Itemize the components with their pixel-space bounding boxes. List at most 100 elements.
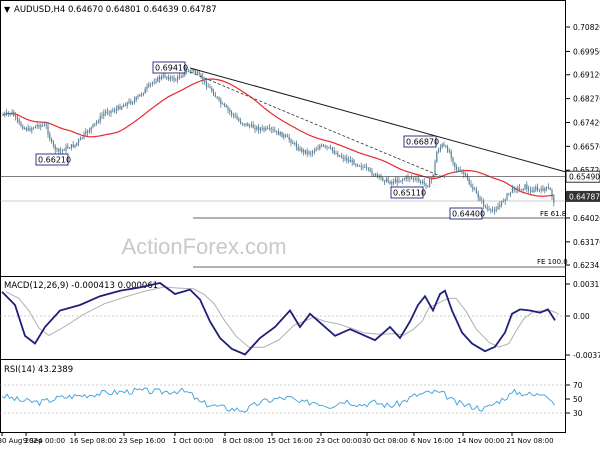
- candle-body: [31, 128, 33, 131]
- candle-body: [193, 69, 195, 72]
- rsi-axis-label: 70: [573, 381, 583, 390]
- time-axis-label: 16 Sep 08:00: [70, 437, 117, 445]
- candle-body: [43, 124, 45, 126]
- candle-body: [259, 128, 261, 131]
- time-axis-label: 8 Oct 08:00: [222, 437, 263, 445]
- candle-body: [288, 136, 290, 140]
- pivot-label: 0.65110: [393, 189, 426, 198]
- candle-body: [490, 209, 492, 211]
- candle-body: [261, 127, 263, 129]
- candle-body: [69, 148, 71, 149]
- candle-body: [196, 72, 198, 74]
- candle-body: [524, 184, 526, 190]
- candle-body: [367, 168, 369, 169]
- time-axis-label: 6 Nov 16:00: [411, 437, 454, 445]
- candle-body: [238, 118, 240, 121]
- candle-body: [324, 145, 326, 147]
- candle-body: [382, 177, 384, 181]
- candle-body: [513, 187, 515, 190]
- candle-body: [2, 114, 4, 116]
- candle-body: [119, 106, 121, 109]
- candle-body: [229, 109, 231, 112]
- candle-body: [443, 144, 445, 147]
- candle-body: [56, 148, 58, 150]
- candle-body: [335, 153, 337, 155]
- candle-body: [429, 179, 431, 187]
- candle-body: [403, 178, 405, 180]
- candle-body: [85, 131, 87, 134]
- candle-body: [114, 110, 116, 112]
- candle-body: [162, 75, 164, 77]
- current-price-label: 0.64787: [569, 192, 600, 201]
- candle-body: [52, 141, 54, 146]
- candle-body: [79, 137, 81, 140]
- candle-body: [133, 99, 135, 103]
- candle-body: [36, 125, 38, 127]
- candle-body: [220, 99, 222, 104]
- candle-body: [205, 81, 207, 87]
- candle-body: [33, 127, 35, 129]
- candle-body: [274, 130, 276, 132]
- candle-body: [447, 146, 449, 152]
- candle-body: [459, 169, 461, 171]
- candle-body: [405, 176, 407, 179]
- candle-body: [216, 96, 218, 98]
- resistance-price-label: 0.65490: [569, 173, 600, 182]
- candle-body: [328, 147, 330, 149]
- channel-dashed-line: [189, 71, 446, 179]
- candle-body: [42, 125, 44, 127]
- candle-body: [254, 127, 256, 130]
- pivot-label: 0.69410: [155, 64, 188, 73]
- price-axis-label: 0.63170: [573, 238, 600, 247]
- candle-body: [486, 207, 488, 209]
- price-axis-label: 0.69120: [573, 71, 600, 80]
- candle-body: [218, 97, 220, 100]
- candle-body: [340, 155, 342, 158]
- candle-body: [195, 71, 197, 74]
- candle-body: [9, 113, 11, 115]
- candle-body: [501, 201, 503, 205]
- candle-body: [267, 127, 269, 129]
- time-axis-label: 30 Oct 08:00: [362, 437, 408, 445]
- candle-body: [189, 70, 191, 72]
- candle-body: [549, 188, 551, 190]
- candle-body: [378, 175, 380, 177]
- candle-body: [416, 178, 418, 180]
- candle-body: [231, 111, 233, 115]
- fe-100-label: FE 100.0: [537, 258, 568, 266]
- candle-body: [474, 189, 476, 191]
- candle-body: [67, 146, 69, 149]
- candle-body: [402, 179, 404, 181]
- candle-body: [110, 110, 112, 114]
- candle-body: [49, 134, 51, 140]
- candle-body: [472, 186, 474, 190]
- macd-signal-line: [5, 286, 560, 348]
- candle-body: [452, 157, 454, 163]
- time-axis-label: 14 Nov 00:00: [457, 437, 504, 445]
- candle-body: [484, 206, 486, 208]
- candle-body: [522, 189, 524, 191]
- candle-body: [245, 123, 247, 125]
- candle-body: [376, 173, 378, 177]
- candle-body: [430, 178, 432, 180]
- candle-body: [544, 187, 546, 191]
- candle-body: [225, 105, 227, 108]
- candle-body: [538, 189, 540, 191]
- candle-body: [146, 86, 148, 89]
- candle-body: [448, 151, 450, 153]
- candle-body: [547, 187, 549, 189]
- candle-body: [27, 128, 29, 131]
- candle-body: [155, 81, 157, 83]
- candle-body: [364, 166, 366, 168]
- down-triangle-icon: ▼: [4, 5, 11, 14]
- candle-body: [247, 123, 249, 127]
- candle-body: [97, 121, 99, 123]
- candle-body: [160, 76, 162, 80]
- candle-body: [357, 164, 359, 166]
- candle-body: [322, 145, 324, 146]
- candle-body: [542, 188, 544, 191]
- candle-body: [439, 147, 441, 151]
- candle-body: [546, 187, 548, 188]
- candle-body: [54, 145, 56, 150]
- candle-body: [182, 75, 184, 77]
